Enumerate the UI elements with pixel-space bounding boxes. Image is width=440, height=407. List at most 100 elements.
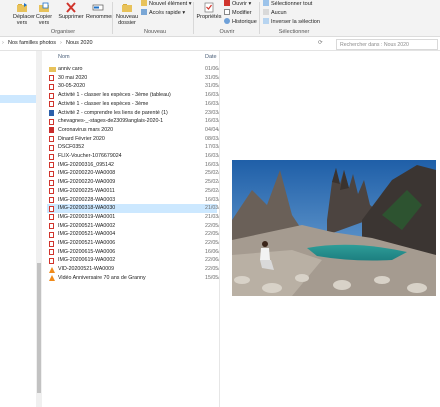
list-item[interactable]: DSCF0352 17/03/ [47,143,220,152]
properties-button[interactable]: Propriétés [196,2,222,20]
group-divider [112,2,113,34]
history-button[interactable]: Historique [224,18,257,26]
breadcrumb-item[interactable]: Nos familles photos [8,40,56,46]
edit-icon [224,9,230,15]
column-header-date[interactable]: Date [205,54,217,60]
search-box[interactable]: Rechercher dans : Nous 2020 [336,39,438,50]
file-name: Coronavirus mars 2020 [58,126,114,133]
new-item-button[interactable]: Nouvel élément ▾ [141,0,192,8]
history-icon [224,18,230,24]
list-item[interactable]: IMG-20200619-WA0002 22/06/ [47,256,220,265]
list-item[interactable]: VID-20200521-WA0009 22/05/ [47,265,220,274]
file-date: 16/03/ [205,100,220,107]
image-file-icon [49,162,54,169]
file-date: 15/05/ [205,274,220,281]
file-name: Activité 1 - classer les espèces - 3ème [58,100,149,107]
address-bar: › Nos familles photos › Nous 2020 ⟳ Rech… [0,37,440,51]
list-item[interactable]: FLIX-Voucher-1076679024 16/03/ [47,152,220,161]
file-name: DSCF0352 [58,144,85,151]
file-date: 16/03/ [205,92,220,99]
file-date: 31/05/ [205,74,220,81]
file-date: 16/03/ [205,161,220,168]
move-folder-icon [17,3,27,12]
pane-divider[interactable] [219,51,220,407]
image-file-icon [49,257,54,264]
list-item[interactable]: IMG-20200318-WA0030 21/03/ [47,204,220,213]
list-item[interactable]: Activité 1 - classer les espèces - 3ème … [47,91,220,100]
file-name: IMG-20200319-WA0001 [58,213,116,220]
file-name: anniv caro [58,66,83,72]
file-name: Activité 1 - classer les espèces - 3ème … [58,92,171,99]
file-name: IMG-20200318-WA0030 [58,205,116,212]
list-item[interactable]: IMG-20200521-WA0006 22/05/ [47,239,220,248]
list-item[interactable]: chevagnes-_-stages-de23099anglais-2020-1… [47,117,220,126]
group-divider [193,2,194,34]
folder-icon [49,67,56,72]
file-date: 31/05/ [205,83,220,90]
open-icon [224,0,230,6]
select-all-button[interactable]: Sélectionner tout [263,0,312,8]
list-item[interactable]: 30 mai 2020 31/05/ [47,74,220,83]
file-name: IMG-20200220-WA0008 [58,170,116,177]
group-label-organize: Organiser [50,29,76,35]
select-none-button[interactable]: Aucun [263,9,287,17]
refresh-icon[interactable]: ⟳ [318,40,323,46]
edit-button[interactable]: Modifier [224,9,252,17]
file-date: 21/03/ [205,213,220,220]
copy-folder-icon [39,2,49,12]
file-name: IMG-20200225-WA0011 [58,187,115,194]
open-button[interactable]: Ouvrir ▾ [224,0,251,8]
list-item[interactable]: IMG-20200220-WA0009 25/02/ [47,178,220,187]
file-name: IMG-20200228-WA0003 [58,196,116,203]
file-name: FLIX-Voucher-1076679024 [58,153,122,159]
ribbon: Déplacer vers Copier vers Supprimer Reno… [0,0,440,37]
file-date: 16/03/ [205,118,220,125]
list-item[interactable]: IMG-20200615-WA0006 16/06/ [47,248,220,257]
list-item[interactable]: IMG-20200316_095142 16/03/ [47,161,220,170]
list-item[interactable]: IMG-20200228-WA0003 16/03/ [47,196,220,205]
file-date: 16/03/ [205,153,220,159]
file-name: IMG-20200615-WA0006 [58,248,116,255]
group-label-open: Ouvrir [219,29,235,35]
image-file-icon [49,153,54,160]
file-date: 25/02/ [205,179,220,186]
file-name: IMG-20200521-WA0004 [58,231,116,238]
invert-selection-button[interactable]: Inverser la sélection [263,18,320,26]
move-to-button[interactable]: Déplacer vers [13,2,35,26]
column-header-name[interactable]: Nom [58,54,70,60]
file-name: IMG-20200220-WA0009 [58,179,116,186]
easy-access-button[interactable]: Accès rapide ▾ [141,9,185,17]
file-date: 21/03/ [205,205,220,212]
file-date: 22/05/ [205,266,220,273]
word-document-icon [49,110,54,116]
navigation-pane[interactable] [0,51,43,407]
easy-access-icon [141,9,147,15]
list-item[interactable]: anniv caro 01/06/ [47,65,220,74]
list-item[interactable]: IMG-20200225-WA0011 25/02/ [47,187,220,196]
list-item[interactable]: IMG-20200220-WA0008 25/02/ [47,169,220,178]
file-date: 16/03/ [205,196,220,203]
list-item[interactable]: IMG-20200521-WA0004 22/05/ [47,230,220,239]
properties-icon [204,2,214,13]
list-item[interactable]: Coronavirus mars 2020 04/04/ [47,126,220,135]
delete-button[interactable]: Supprimer [58,2,84,20]
list-item[interactable]: IMG-20200319-WA0001 21/03/ [47,213,220,222]
new-item-icon [141,0,147,6]
file-name: IMG-20200521-WA0006 [58,240,116,246]
list-item[interactable]: Vidéo Anniversaire 70 ans de Granny 15/05… [47,274,220,283]
list-item[interactable]: Dinard Février 2020 08/03/ [47,135,220,144]
image-file-icon [49,92,54,99]
list-item[interactable]: IMG-20200521-WA0002 22/05/ [47,222,220,231]
rename-button[interactable]: Renommer [86,2,113,20]
list-item[interactable]: 30-05-2020 31/05/ [47,82,220,91]
breadcrumb-chevron-icon: › [60,40,62,46]
file-name: IMG-20200619-WA0002 [58,257,116,264]
new-folder-button[interactable]: Nouveau dossier [116,2,138,26]
copy-to-button[interactable]: Copier vers [35,2,53,26]
list-item[interactable]: Activité 2 - comprendre les liens de par… [47,109,220,118]
file-name: IMG-20200316_095142 [58,161,114,168]
image-file-icon [49,83,54,90]
breadcrumb-item[interactable]: Nous 2020 [66,40,93,46]
nav-scrollbar-thumb[interactable] [37,263,41,393]
list-item[interactable]: Activité 1 - classer les espèces - 3ème 1… [47,100,220,109]
